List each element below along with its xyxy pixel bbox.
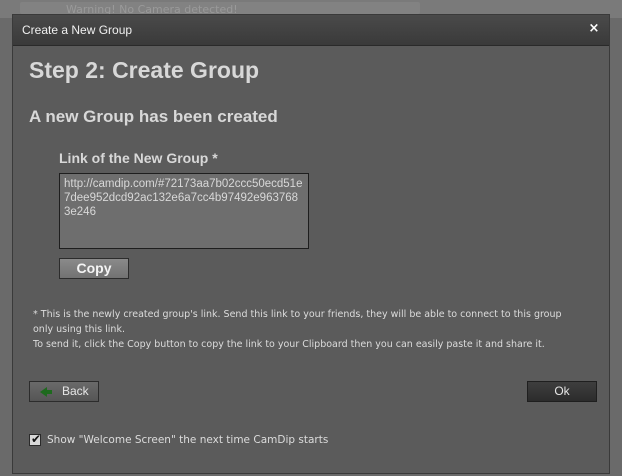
checkmark-icon: ✔	[31, 432, 42, 446]
welcome-screen-checkbox-label[interactable]: Show "Welcome Screen" the next time CamD…	[47, 434, 328, 446]
note-line: only using this link.	[33, 324, 125, 335]
group-link-label: Link of the New Group *	[59, 150, 218, 166]
group-link-field[interactable]: http://camdip.com/#72173aa7b02ccc50ecd51…	[59, 173, 309, 249]
link-note: * This is the newly created group's link…	[33, 307, 593, 352]
group-created-subtitle: A new Group has been created	[29, 107, 278, 126]
back-button[interactable]: Back	[29, 381, 99, 402]
create-group-dialog: Create a New Group × Step 2: Create Grou…	[12, 14, 610, 474]
back-button-label: Back	[62, 384, 89, 398]
ok-button[interactable]: Ok	[527, 381, 597, 402]
step-title: Step 2: Create Group	[29, 57, 260, 83]
dialog-titlebar: Create a New Group ×	[13, 15, 609, 46]
note-line: * This is the newly created group's link…	[33, 309, 562, 320]
copy-button[interactable]: Copy	[59, 258, 129, 279]
close-icon[interactable]: ×	[587, 21, 601, 37]
dialog-title: Create a New Group	[22, 23, 133, 37]
note-line: To send it, click the Copy button to cop…	[33, 339, 545, 350]
arrow-left-icon	[40, 387, 52, 397]
welcome-screen-checkbox[interactable]: ✔	[29, 432, 42, 446]
